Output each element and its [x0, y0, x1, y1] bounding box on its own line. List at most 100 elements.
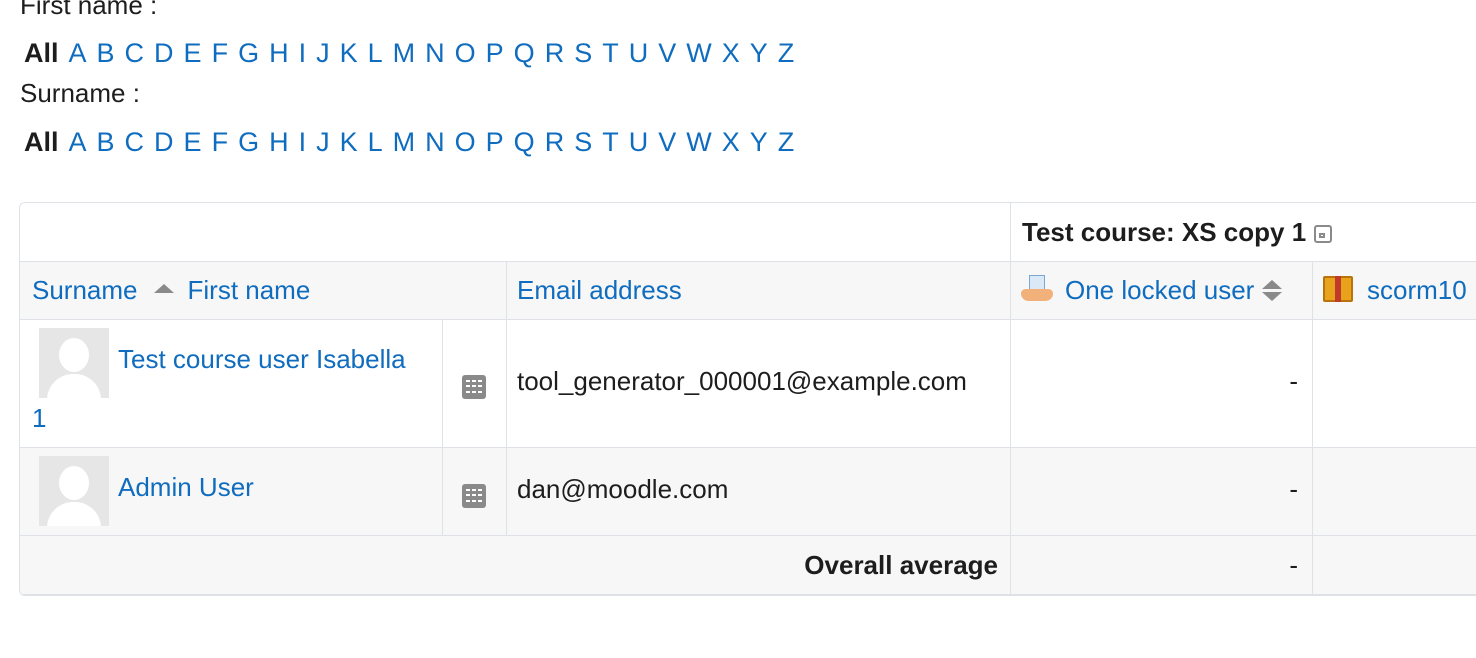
surname-initial-a[interactable]: A	[69, 127, 87, 157]
surname-initial-r[interactable]: R	[545, 127, 565, 157]
course-header-cell: Test course: XS copy 1	[1011, 203, 1476, 262]
user-name-cell: Admin User	[20, 448, 443, 536]
surname-initial-t[interactable]: T	[602, 127, 619, 157]
collapse-icon[interactable]	[1314, 225, 1333, 243]
firstname-initials-bar: All ABCDEFGHIJKLMNOPQRSTUVWXYZ	[24, 38, 804, 68]
firstname-initial-s[interactable]: S	[574, 38, 592, 68]
surname-initial-c[interactable]: C	[125, 127, 145, 157]
firstname-initial-c[interactable]: C	[125, 38, 145, 68]
firstname-initial-a[interactable]: A	[69, 38, 87, 68]
firstname-initial-d[interactable]: D	[154, 38, 174, 68]
firstname-initial-j[interactable]: J	[316, 38, 330, 68]
surname-all-option[interactable]: All	[24, 127, 59, 157]
surname-initial-d[interactable]: D	[154, 127, 174, 157]
name-header-cell: Surname First name	[20, 262, 507, 320]
surname-initial-v[interactable]: V	[658, 127, 676, 157]
user-report-icon[interactable]	[462, 484, 486, 508]
surname-initial-l[interactable]: L	[368, 127, 383, 157]
surname-initial-u[interactable]: U	[629, 127, 649, 157]
surname-initial-n[interactable]: N	[425, 127, 445, 157]
surname-initial-b[interactable]: B	[97, 127, 115, 157]
surname-initial-e[interactable]: E	[184, 127, 202, 157]
email-cell: dan@moodle.com	[507, 448, 1011, 536]
surname-initial-p[interactable]: P	[486, 127, 504, 157]
surname-initial-o[interactable]: O	[455, 127, 476, 157]
surname-initial-x[interactable]: X	[722, 127, 740, 157]
grade-value: -	[1289, 366, 1298, 396]
grade-cell-2[interactable]	[1313, 320, 1476, 448]
firstname-initial-m[interactable]: M	[393, 38, 416, 68]
firstname-initial-o[interactable]: O	[455, 38, 476, 68]
average-label-cell: Overall average	[20, 536, 1011, 595]
surname-initial-k[interactable]: K	[340, 127, 358, 157]
grade-item-header-cell: One locked user	[1011, 262, 1313, 320]
user-report-cell	[443, 320, 507, 448]
firstname-initial-b[interactable]: B	[97, 38, 115, 68]
firstname-initial-r[interactable]: R	[545, 38, 565, 68]
user-avatar[interactable]	[39, 328, 109, 398]
surname-initial-j[interactable]: J	[316, 127, 330, 157]
surname-initial-m[interactable]: M	[393, 127, 416, 157]
firstname-initial-e[interactable]: E	[184, 38, 202, 68]
average-grade-cell: -	[1011, 536, 1313, 595]
surname-initial-h[interactable]: H	[269, 127, 289, 157]
email-sort-link[interactable]: Email address	[517, 275, 682, 305]
scorm-package-icon	[1323, 276, 1353, 302]
surname-initials-bar: All ABCDEFGHIJKLMNOPQRSTUVWXYZ	[24, 127, 804, 157]
firstname-initial-k[interactable]: K	[340, 38, 358, 68]
sort-ascending-icon	[153, 284, 174, 293]
firstname-filter-label: First name :	[20, 0, 158, 20]
grade-value: -	[1289, 474, 1298, 504]
grade-item-link-one-locked-user[interactable]: One locked user	[1065, 275, 1254, 305]
firstname-initial-f[interactable]: F	[212, 38, 229, 68]
surname-initial-f[interactable]: F	[212, 127, 229, 157]
grader-table: Test course: XS copy 1 Surname First name…	[19, 202, 1476, 596]
surname-sort-link[interactable]: Surname	[32, 275, 138, 305]
firstname-initial-h[interactable]: H	[269, 38, 289, 68]
average-grade-value: -	[1289, 550, 1298, 580]
email-value: dan@moodle.com	[517, 474, 729, 504]
grader-report-page: First name : All ABCDEFGHIJKLMNOPQRSTUVW…	[0, 0, 1476, 658]
surname-initial-w[interactable]: W	[686, 127, 711, 157]
email-value: tool_generator_000001@example.com	[517, 366, 967, 396]
firstname-initial-t[interactable]: T	[602, 38, 619, 68]
firstname-initial-l[interactable]: L	[368, 38, 383, 68]
firstname-initial-w[interactable]: W	[686, 38, 711, 68]
firstname-initial-z[interactable]: Z	[778, 38, 795, 68]
email-cell: tool_generator_000001@example.com	[507, 320, 1011, 448]
firstname-initial-u[interactable]: U	[629, 38, 649, 68]
surname-initial-g[interactable]: G	[238, 127, 259, 157]
firstname-initial-p[interactable]: P	[486, 38, 504, 68]
grade-cell[interactable]: -	[1011, 448, 1313, 536]
surname-initial-i[interactable]: I	[299, 127, 307, 157]
firstname-initial-i[interactable]: I	[299, 38, 307, 68]
average-grade-cell-2	[1313, 536, 1476, 595]
firstname-initial-x[interactable]: X	[722, 38, 740, 68]
firstname-initial-v[interactable]: V	[658, 38, 676, 68]
course-header-title: Test course: XS copy 1	[1022, 217, 1307, 247]
user-name-link-continued[interactable]: 1	[32, 403, 46, 433]
surname-initial-y[interactable]: Y	[750, 127, 768, 157]
surname-initial-z[interactable]: Z	[778, 127, 795, 157]
surname-initial-s[interactable]: S	[574, 127, 592, 157]
email-header-cell: Email address	[507, 262, 1011, 320]
firstname-initial-y[interactable]: Y	[750, 38, 768, 68]
user-avatar[interactable]	[39, 456, 109, 526]
firstname-initial-g[interactable]: G	[238, 38, 259, 68]
user-report-cell	[443, 448, 507, 536]
firstname-all-option[interactable]: All	[24, 38, 59, 68]
firstname-initial-n[interactable]: N	[425, 38, 445, 68]
surname-initial-q[interactable]: Q	[514, 127, 535, 157]
firstname-initial-q[interactable]: Q	[514, 38, 535, 68]
sort-icon[interactable]	[1262, 280, 1283, 302]
grade-cell[interactable]: -	[1011, 320, 1313, 448]
user-name-cell: Test course user Isabella 1	[20, 320, 443, 448]
header-spacer-cell	[20, 203, 1011, 262]
user-report-icon[interactable]	[462, 375, 486, 399]
assignment-icon	[1021, 275, 1053, 303]
user-name-link[interactable]: Admin User	[118, 472, 254, 502]
grade-item-link-scorm[interactable]: scorm10	[1367, 275, 1467, 305]
user-name-link[interactable]: Test course user Isabella	[118, 344, 406, 374]
grade-cell-2[interactable]	[1313, 448, 1476, 536]
firstname-sort-link[interactable]: First name	[188, 275, 311, 305]
